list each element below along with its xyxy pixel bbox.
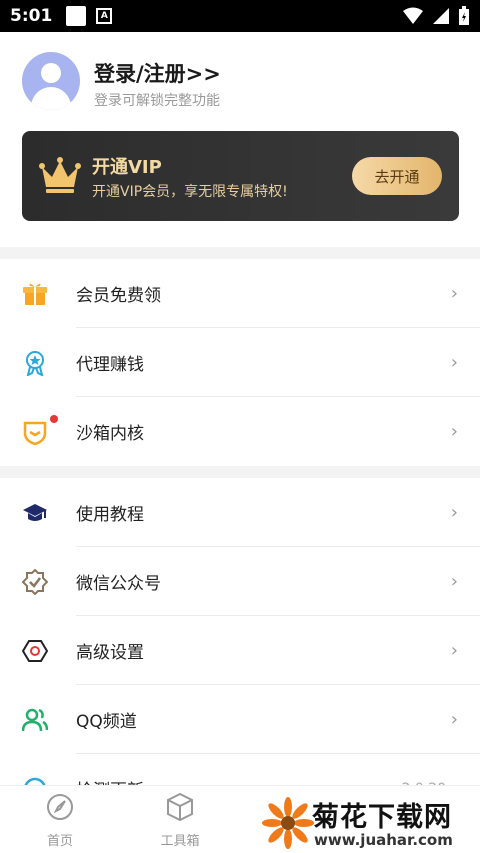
menu-item-wechat-official[interactable]: 微信公众号 › <box>0 547 480 616</box>
medal-icon <box>26 351 44 376</box>
crown-icon <box>39 157 81 193</box>
chevron-right-icon: › <box>450 502 458 523</box>
status-bar: 5:01 A <box>0 0 480 32</box>
menu-item-label: 会员免费领 <box>76 286 161 306</box>
battery-icon <box>459 6 469 25</box>
section-divider <box>0 466 480 478</box>
notification-dot <box>50 415 58 423</box>
chevron-right-icon: › <box>450 709 458 730</box>
status-icons <box>402 6 470 26</box>
nav-label: 工具箱 <box>160 834 200 849</box>
notification-square-icon <box>66 6 87 26</box>
shield-icon <box>23 421 47 445</box>
menu-item-qq-channel[interactable]: QQ频道 › <box>0 685 480 754</box>
menu-item-tutorial[interactable]: 使用教程 › <box>0 478 480 547</box>
menu-item-free-membership[interactable]: 会员免费领 › <box>0 259 480 328</box>
menu-item-advanced-settings[interactable]: 高级设置 › <box>0 616 480 685</box>
open-vip-button[interactable]: 去开通 <box>352 157 442 195</box>
chevron-right-icon: › <box>450 352 458 373</box>
nav-home[interactable]: 首页 <box>30 792 90 849</box>
toolbox-cube-icon <box>167 792 193 822</box>
menu-section: 会员免费领 › 代理赚钱 › 沙箱内核 › 使用教程 › 微信公众号 › 高级设… <box>0 247 480 823</box>
avatar[interactable] <box>22 52 80 110</box>
vip-title: 开通VIP <box>92 157 162 178</box>
menu-item-agent-earn[interactable]: 代理赚钱 › <box>0 328 480 397</box>
a-notification-icon: A <box>96 8 113 24</box>
home-disc-icon <box>47 794 73 820</box>
gift-icon <box>23 283 47 305</box>
vip-subtitle: 开通VIP会员，享无限专属特权! <box>92 184 288 200</box>
status-time: 5:01 <box>10 6 53 26</box>
menu-item-label: QQ频道 <box>76 712 137 732</box>
users-icon <box>22 708 48 732</box>
badge-check-icon <box>22 569 48 595</box>
avatar-body <box>31 87 71 110</box>
chevron-right-icon: › <box>450 421 458 442</box>
vip-banner[interactable]: 开通VIP 开通VIP会员，享无限专属特权! 去开通 <box>22 131 459 221</box>
menu-item-label: 代理赚钱 <box>76 355 144 375</box>
hexagon-settings-icon <box>22 640 48 662</box>
profile-header[interactable]: 登录/注册>> 登录可解锁完整功能 <box>0 32 480 130</box>
menu-item-label: 使用教程 <box>76 505 144 525</box>
menu-item-label: 微信公众号 <box>76 574 161 594</box>
login-register-link[interactable]: 登录/注册>> <box>94 58 221 88</box>
cell-signal-icon <box>433 8 449 24</box>
chrysanthemum-logo-icon <box>262 797 314 849</box>
login-subtitle: 登录可解锁完整功能 <box>94 93 220 109</box>
chevron-right-icon: › <box>450 283 458 304</box>
chevron-right-icon: › <box>450 640 458 661</box>
avatar-head <box>41 63 61 83</box>
menu-item-sandbox-kernel[interactable]: 沙箱内核 › <box>0 397 480 466</box>
graduation-cap-icon <box>23 504 47 521</box>
nav-toolbox[interactable]: 工具箱 <box>150 792 210 849</box>
watermark-title: 菊花下载网 <box>312 802 452 833</box>
section-divider <box>0 247 480 259</box>
watermark: 菊花下载网 www.juahar.com <box>262 795 480 853</box>
chevron-right-icon: › <box>450 571 458 592</box>
wifi-icon <box>403 7 423 24</box>
nav-label: 首页 <box>46 834 73 849</box>
menu-item-label: 沙箱内核 <box>76 424 144 444</box>
watermark-url: www.juahar.com <box>314 831 453 849</box>
menu-item-label: 高级设置 <box>76 643 144 663</box>
